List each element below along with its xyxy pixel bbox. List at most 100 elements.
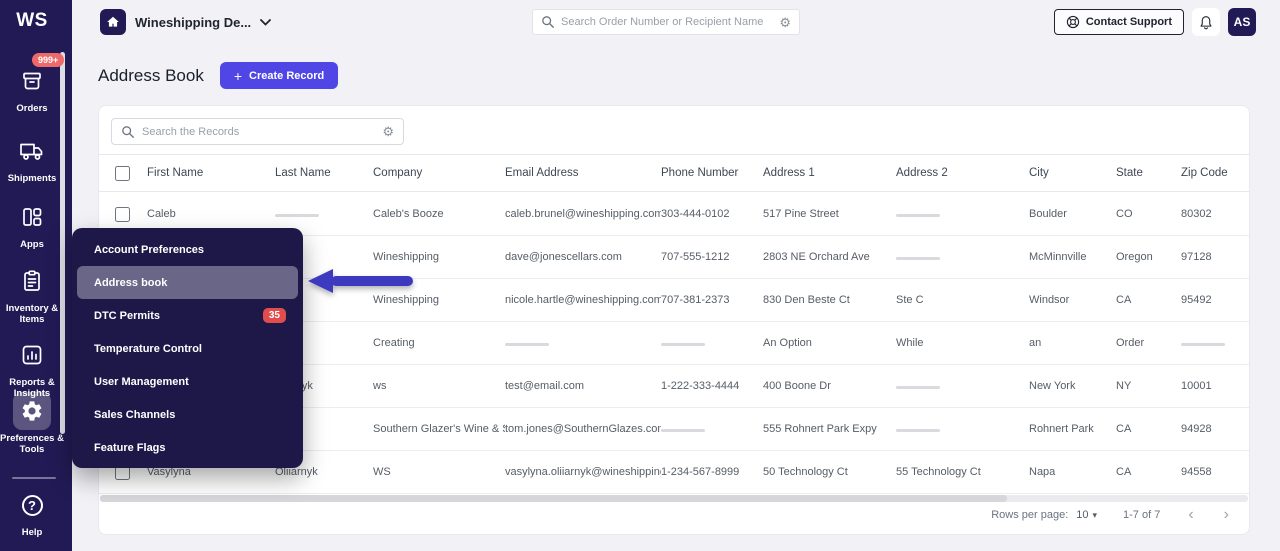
plus-icon: + (234, 68, 242, 84)
cell-email: test@email.com (505, 380, 661, 392)
table-header: First NameLast NameCompanyEmail AddressP… (99, 154, 1249, 192)
cell-state: Oregon (1116, 251, 1181, 263)
empty-value-dash (896, 386, 940, 389)
sidebar: WS Orders999+ShipmentsAppsInventory & It… (0, 0, 72, 551)
cell-addr2: 55 Technology Ct (896, 466, 1029, 478)
sidebar-item-label: Apps (0, 239, 64, 250)
clipboard-icon (13, 262, 51, 300)
notifications-button[interactable] (1192, 8, 1220, 36)
global-search-input[interactable] (561, 16, 773, 28)
orders-box-icon (13, 62, 51, 100)
cell-phone: 707-381-2373 (661, 294, 763, 306)
next-page-button[interactable]: › (1222, 507, 1231, 523)
menu-item-user-management[interactable]: User Management (77, 365, 298, 398)
sidebar-item-reports-insights[interactable]: Reports & Insights (0, 336, 64, 399)
cell-phone (661, 337, 763, 349)
records-search-input[interactable] (142, 126, 375, 138)
sidebar-item-label: Inventory & Items (0, 303, 64, 325)
cell-company: Southern Glazer's Wine & S... (373, 423, 505, 435)
menu-item-label: User Management (94, 376, 189, 388)
sidebar-item-apps[interactable]: Apps (0, 198, 64, 250)
prev-page-button[interactable]: ‹ (1186, 507, 1195, 523)
menu-item-temperature-control[interactable]: Temperature Control (77, 332, 298, 365)
cell-first: Caleb (147, 208, 275, 220)
cell-addr1: An Option (763, 337, 896, 349)
search-settings-gear-icon[interactable]: ⚙ (779, 16, 791, 29)
gear-icon (13, 392, 51, 430)
column-header-company: Company (373, 167, 505, 179)
menu-item-address-book[interactable]: Address book (77, 266, 298, 299)
cell-city: Boulder (1029, 208, 1116, 220)
records-search: ⚙ (111, 118, 404, 145)
menu-item-label: Account Preferences (94, 244, 204, 256)
row-checkbox[interactable] (115, 207, 130, 222)
cell-addr2 (896, 251, 1029, 263)
horizontal-scrollbar (100, 495, 1248, 502)
apps-grid-icon (13, 198, 51, 236)
dtc-permits-badge: 35 (263, 308, 286, 323)
user-avatar[interactable]: AS (1228, 8, 1256, 36)
horizontal-scrollbar-thumb[interactable] (100, 495, 1007, 502)
sidebar-item-orders[interactable]: Orders999+ (0, 62, 64, 114)
menu-item-feature-flags[interactable]: Feature Flags (77, 431, 298, 464)
column-header-email-address: Email Address (505, 167, 661, 179)
search-icon (121, 125, 135, 139)
cell-phone: 1-222-333-4444 (661, 380, 763, 392)
records-settings-gear-icon[interactable]: ⚙ (382, 125, 394, 138)
bar-chart-icon (13, 336, 51, 374)
column-header-phone-number: Phone Number (661, 167, 763, 179)
cell-addr1: 50 Technology Ct (763, 466, 896, 478)
ws-logo: WS (0, 10, 64, 32)
sidebar-item-shipments[interactable]: Shipments (0, 132, 64, 184)
cell-email: caleb.brunel@wineshipping.com (505, 208, 661, 220)
empty-value-dash (896, 214, 940, 217)
search-icon (541, 15, 555, 29)
select-all-checkbox[interactable] (115, 166, 130, 181)
org-switcher[interactable]: Wineshipping De... (100, 9, 271, 35)
cell-addr1: 830 Den Beste Ct (763, 294, 896, 306)
help-icon: ? (13, 486, 51, 524)
cell-state: CO (1116, 208, 1181, 220)
menu-item-label: Temperature Control (94, 343, 202, 355)
menu-item-account-preferences[interactable]: Account Preferences (77, 233, 298, 266)
menu-item-sales-channels[interactable]: Sales Channels (77, 398, 298, 431)
cell-email: nicole.hartle@wineshipping.com (505, 294, 661, 306)
column-header-city: City (1029, 167, 1116, 179)
sidebar-item-label: Help (0, 527, 64, 538)
menu-item-dtc-permits[interactable]: DTC Permits 35 (77, 299, 298, 332)
support-ring-icon (1066, 15, 1080, 29)
cell-state: CA (1116, 294, 1181, 306)
cell-zip: 80302 (1181, 208, 1251, 220)
table-footer: Rows per page: 10 ▾ 1-7 of 7 ‹ › (991, 507, 1231, 523)
create-record-label: Create Record (249, 70, 324, 82)
menu-item-label: DTC Permits (94, 310, 160, 322)
topbar: Wineshipping De... ⚙ Contact Support AS (72, 0, 1280, 44)
cell-zip: 97128 (1181, 251, 1251, 263)
cell-addr1: 400 Boone Dr (763, 380, 896, 392)
contact-support-button[interactable]: Contact Support (1054, 9, 1184, 35)
cell-phone: 1-234-567-8999 (661, 466, 763, 478)
sidebar-item-label: Preferences & Tools (0, 433, 64, 455)
sidebar-item-label: Orders (0, 103, 64, 114)
cell-addr2 (896, 423, 1029, 435)
bell-icon (1199, 15, 1213, 30)
sidebar-item-preferences-tools[interactable]: Preferences & Tools (0, 392, 64, 455)
caret-down-icon: ▾ (1093, 510, 1098, 521)
cell-zip: 94928 (1181, 423, 1251, 435)
cell-zip: 94558 (1181, 466, 1251, 478)
cell-last (275, 208, 373, 220)
sidebar-divider (12, 477, 56, 479)
cell-addr1: 2803 NE Orchard Ave (763, 251, 896, 263)
orders-count-badge: 999+ (32, 53, 64, 67)
create-record-button[interactable]: + Create Record (220, 62, 338, 89)
rows-per-page-label: Rows per page: (991, 509, 1068, 521)
rows-per-page-select[interactable]: 10 ▾ (1076, 509, 1097, 521)
cell-city: Windsor (1029, 294, 1116, 306)
sidebar-item-inventory-items[interactable]: Inventory & Items (0, 262, 64, 325)
sidebar-item-help[interactable]: ? Help (0, 486, 64, 538)
cell-email (505, 337, 661, 349)
cell-city: McMinnville (1029, 251, 1116, 263)
cell-company: Caleb's Booze (373, 208, 505, 220)
chevron-down-icon (260, 19, 271, 26)
column-header-address-2: Address 2 (896, 167, 1029, 179)
